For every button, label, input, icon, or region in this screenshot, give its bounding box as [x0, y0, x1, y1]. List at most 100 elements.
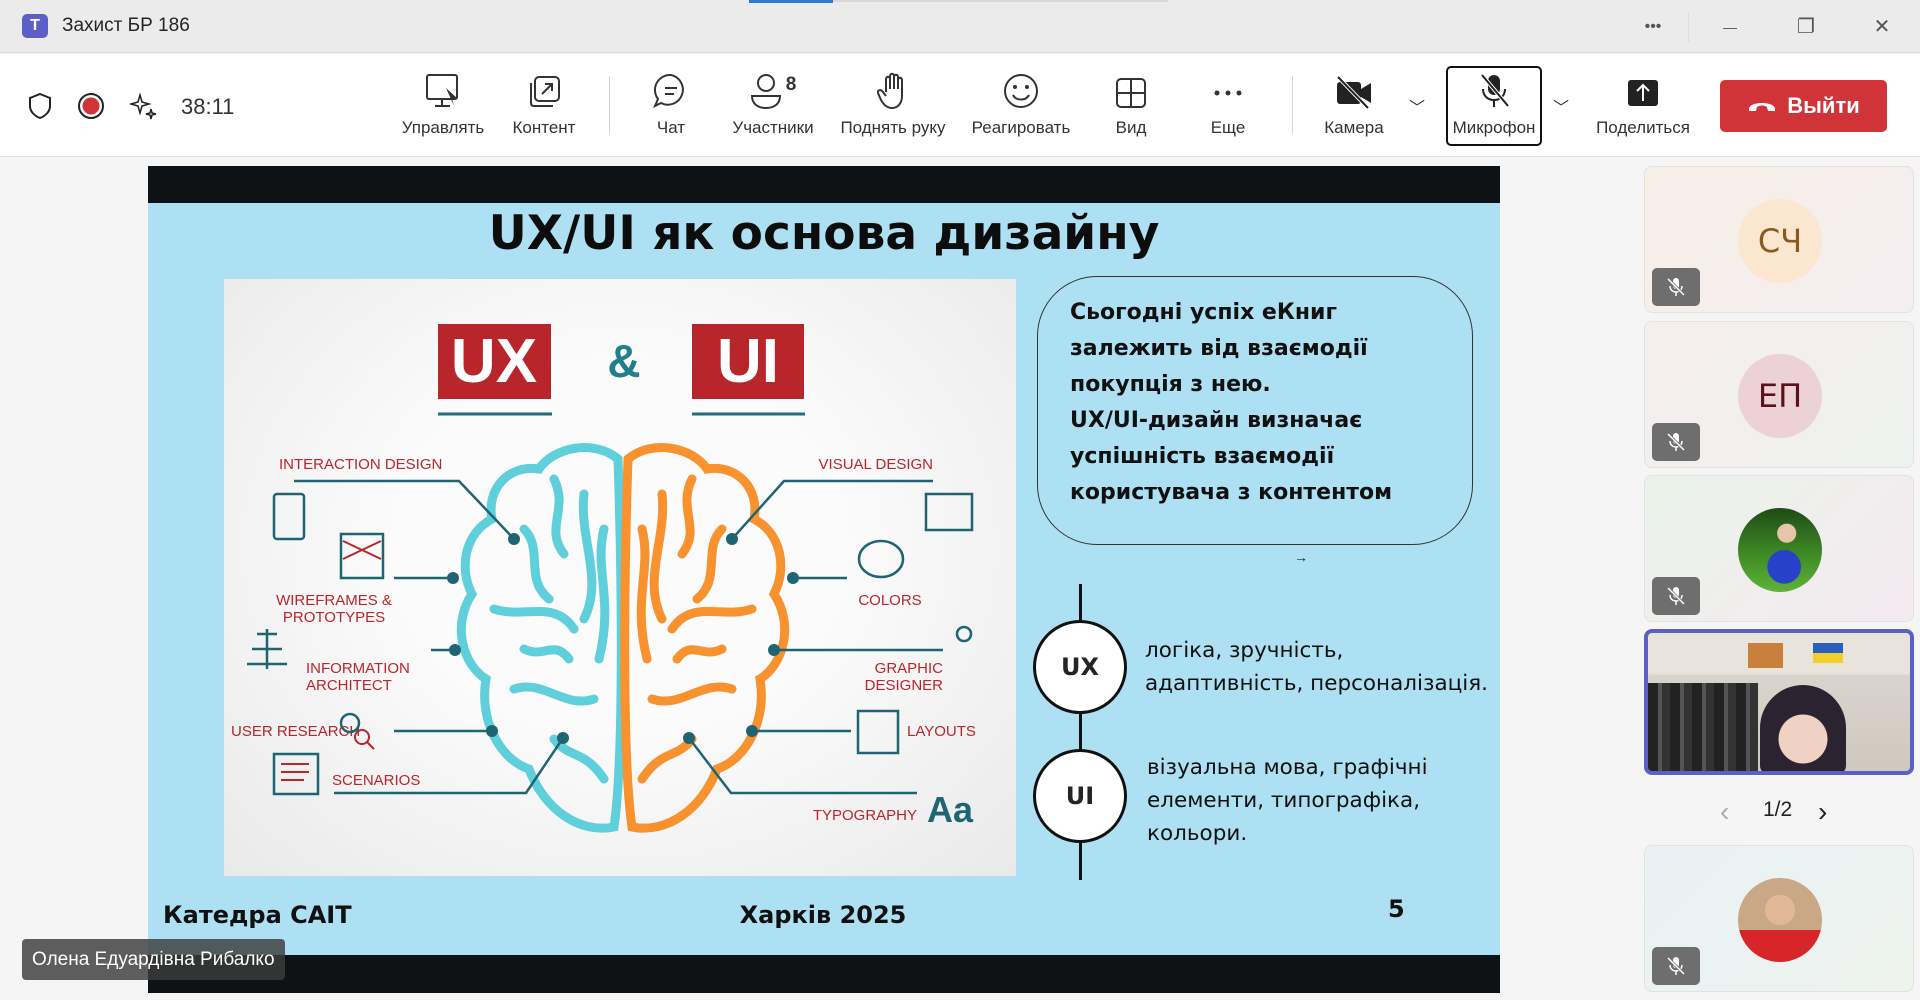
more-icon [1214, 90, 1242, 96]
brain-diagram: UX UI & INTERACTION DESIGN WIREFRAMES & … [231, 324, 976, 833]
smiley-icon [1004, 74, 1038, 108]
typography-aa-icon: Aa [927, 789, 974, 830]
window-title: Захист БР 186 [62, 15, 190, 36]
label-designer: DESIGNER [865, 677, 944, 694]
active-tab-indicator [749, 0, 833, 3]
shared-slide: UX/UI як основа дизайну UX UI & INTERACT… [148, 166, 1500, 993]
scenario-scroll-icon [272, 752, 320, 796]
layout-icon [856, 709, 900, 755]
divider [1688, 12, 1689, 42]
presenter-name-label: Олена Едуардівна Рибалко [22, 939, 285, 980]
content-button[interactable]: Контент [504, 54, 584, 157]
restore-button[interactable]: ❐ [1786, 10, 1826, 44]
participants-button[interactable]: 8 Участники [723, 54, 823, 157]
react-button[interactable]: Реагировать [966, 54, 1076, 157]
toolbar-divider [609, 76, 610, 134]
share-content-icon [530, 76, 560, 107]
footer-city-year: Харків 2025 [739, 901, 907, 929]
letterbox-top [148, 166, 1500, 203]
slide-number: 5 [1388, 895, 1405, 923]
muted-mic-icon [1652, 947, 1700, 985]
minimize-button[interactable]: — [1710, 10, 1750, 44]
participant-tile[interactable] [1644, 845, 1914, 992]
participant-tile[interactable]: ЕП [1644, 321, 1914, 468]
title-bar: T Захист БР 186 ••• — ❐ ✕ [0, 0, 1920, 53]
participant-tile[interactable] [1644, 475, 1914, 622]
ux-ui-infographic: UX UI & INTERACTION DESIGN WIREFRAMES & … [224, 279, 1016, 876]
grid-view-icon [1116, 78, 1146, 108]
participant-tile[interactable]: СЧ [1644, 166, 1914, 313]
cursor-arrow-icon: → [1294, 549, 1308, 565]
ui-circle: UI [1033, 749, 1127, 843]
label-architect: ARCHITECT [306, 677, 392, 694]
video-poster [1748, 643, 1783, 668]
share-button[interactable]: Поделиться [1588, 54, 1698, 157]
leave-button[interactable]: Выйти [1720, 80, 1887, 132]
teams-logo-icon: T [22, 14, 48, 38]
close-button[interactable]: ✕ [1862, 10, 1902, 44]
camera-options-chevron-icon[interactable]: ﹀ [1409, 94, 1425, 118]
label-colors: COLORS [858, 592, 921, 609]
video-flag [1813, 653, 1843, 663]
footer-department: Катедра САІТ [163, 901, 352, 929]
label-layouts: LAYOUTS [907, 723, 976, 740]
label-graphic: GRAPHIC [875, 660, 944, 677]
ux-badge-text: UX [451, 327, 537, 396]
ui-badge-text: UI [717, 327, 779, 396]
muted-mic-icon [1652, 423, 1700, 461]
more-button[interactable]: Еще [1203, 54, 1253, 157]
camera-off-icon [1336, 75, 1371, 110]
callout-line: покупція з нею. [1070, 372, 1271, 397]
shield-icon[interactable] [28, 92, 52, 120]
avatar: СЧ [1738, 199, 1822, 283]
letterbox-bottom [148, 955, 1500, 993]
label-scenarios: SCENARIOS [332, 772, 420, 789]
sitemap-icon [247, 629, 287, 669]
microphone-options-chevron-icon[interactable]: ﹀ [1553, 94, 1569, 118]
share-screen-icon [1628, 80, 1658, 106]
text-callout-box: Сьогодні успіх еКниг залежить від взаємо… [1037, 276, 1473, 545]
microphone-off-icon [1480, 73, 1510, 108]
people-icon [750, 74, 781, 110]
more-options-button[interactable]: ••• [1633, 10, 1673, 44]
ui-brain [620, 443, 790, 833]
chat-button[interactable]: Чат [641, 54, 701, 157]
callout-line: Сьогодні успіх еКниг [1070, 300, 1337, 325]
video-background [1648, 683, 1758, 771]
raise-hand-button[interactable]: Поднять руку [833, 54, 953, 157]
phone-hangup-icon [1749, 103, 1776, 111]
next-page-button[interactable]: › [1818, 796, 1827, 828]
label-wireframes: WIREFRAMES & [276, 592, 392, 609]
avatar-photo [1738, 508, 1822, 592]
sparkle-icon[interactable] [130, 92, 158, 120]
tablet-touch-icon [272, 492, 306, 541]
tab-indicator [833, 0, 1168, 2]
meeting-toolbar: 38:11 Управлять Контент Чат 8 Участники … [0, 54, 1920, 157]
camera-button[interactable]: Камера [1314, 54, 1394, 157]
label-typography: TYPOGRAPHY [813, 807, 917, 824]
microphone-button[interactable]: Микрофон [1446, 54, 1542, 157]
graphic-designer-icon [955, 625, 973, 643]
muted-mic-icon [1652, 577, 1700, 615]
page-indicator: 1/2 [1763, 798, 1793, 821]
color-palette-icon [857, 539, 905, 579]
view-button[interactable]: Вид [1106, 54, 1156, 157]
callout-line: користувача з контентом [1070, 480, 1393, 505]
label-interaction-design: INTERACTION DESIGN [279, 456, 442, 473]
recording-icon [78, 93, 104, 119]
prev-page-button[interactable]: ‹ [1720, 796, 1729, 828]
slide-title: UX/UI як основа дизайну [488, 206, 1160, 261]
chat-icon [653, 73, 684, 109]
manage-button[interactable]: Управлять [398, 54, 488, 157]
callout-line: UX/UI-дизайн визначає [1070, 408, 1363, 433]
hand-icon [877, 72, 903, 110]
avatar-photo [1738, 878, 1822, 962]
active-speaker-video-tile[interactable] [1644, 629, 1914, 775]
callout-line: залежить від взаємодії [1070, 336, 1368, 361]
avatar: ЕП [1738, 354, 1822, 438]
label-prototypes: PROTOTYPES [283, 609, 385, 626]
ampersand: & [607, 335, 640, 387]
label-information: INFORMATION [306, 660, 410, 677]
muted-mic-icon [1652, 268, 1700, 306]
video-person [1760, 685, 1846, 771]
